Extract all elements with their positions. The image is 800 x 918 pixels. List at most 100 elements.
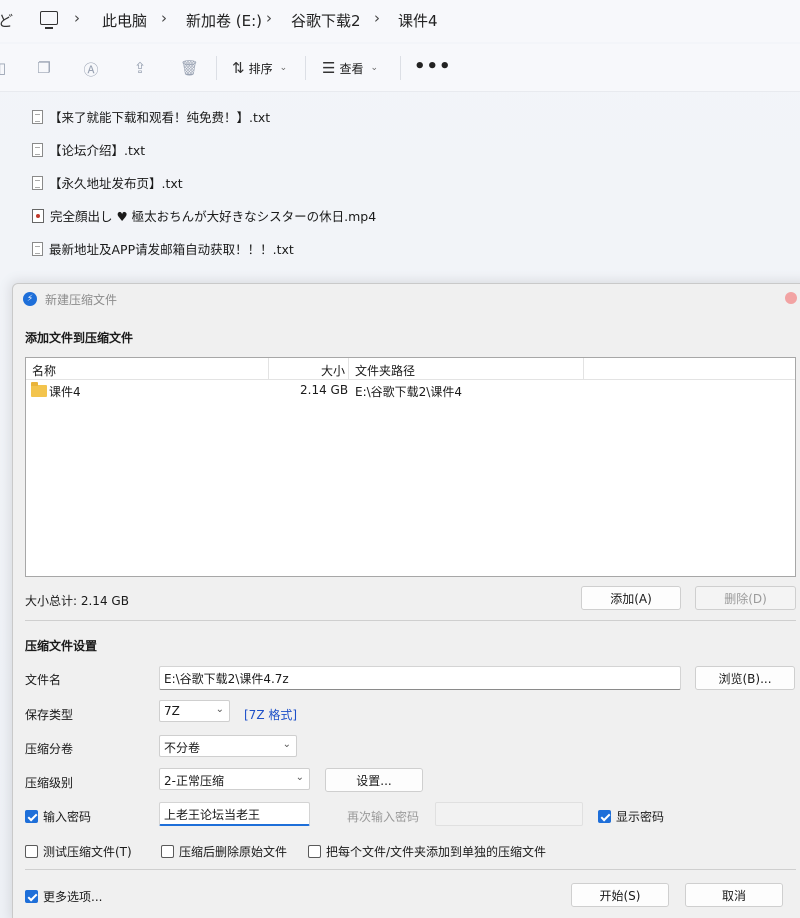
show-password-label: 显示密码 [616, 810, 665, 824]
delete-after-label: 压缩后删除原始文件 [179, 845, 288, 859]
address-bar[interactable]: ど › 此电脑 › 新加卷 (E:) › 谷歌下载2 › 课件4 [0, 0, 800, 42]
text-file-icon [32, 175, 43, 190]
bandizip-app-icon: ⚡ [23, 292, 37, 306]
list-item[interactable]: 【论坛介绍】.txt [32, 133, 376, 166]
chevron-right-icon: › [374, 9, 380, 27]
save-type-value: 7Z [164, 704, 180, 718]
row-size: 2.14 GB [300, 383, 349, 397]
filename-label: 文件名 [25, 673, 62, 687]
folder-icon [31, 382, 47, 397]
breadcrumb-current[interactable]: 课件4 [398, 10, 438, 31]
checkbox-unchecked[interactable] [308, 845, 321, 858]
row-path: E:\谷歌下载2\课件4 [355, 385, 462, 399]
file-name: 【论坛介绍】.txt [49, 143, 146, 158]
separate-archives-checkbox[interactable]: 把每个文件/文件夹添加到单独的压缩文件 [308, 843, 546, 860]
split-label: 压缩分卷 [25, 742, 74, 756]
sort-button[interactable]: ⇅ 排序 ⌄ [232, 59, 287, 77]
delete-button[interactable]: 删除(D) [695, 586, 796, 610]
file-name: 【永久地址发布页】.txt [49, 176, 183, 191]
test-archive-checkbox[interactable]: 测试压缩文件(T) [25, 843, 132, 860]
add-button[interactable]: 添加(A) [581, 586, 681, 610]
section-divider [25, 620, 796, 621]
password-checkbox[interactable]: 输入密码 [25, 808, 91, 825]
section-divider [25, 869, 796, 870]
view-icon: ☰ [322, 59, 336, 77]
table-row[interactable]: 课件4 2.14 GB E:\谷歌下载2\课件4 [26, 382, 795, 400]
view-button[interactable]: ☰ 查看 ⌄ [322, 59, 378, 77]
column-divider[interactable] [348, 358, 349, 380]
checkbox-checked[interactable] [25, 890, 38, 903]
list-item[interactable]: 完全顔出し ♥ 極太おちんが大好きなシスターの休日.mp4 [32, 199, 376, 232]
share-icon[interactable]: ⇪ [132, 59, 148, 77]
sort-icon: ⇅ [232, 59, 245, 77]
column-divider[interactable] [583, 358, 584, 380]
text-file-icon [32, 109, 43, 124]
column-header-size[interactable]: 大小 [321, 362, 345, 379]
breadcrumb-drive[interactable]: 新加卷 (E:) [186, 10, 262, 31]
row-name: 课件4 [49, 385, 81, 399]
chevron-down-icon: ⌄ [295, 772, 304, 783]
total-size: 大小总计: 2.14 GB [25, 594, 129, 608]
text-file-icon [32, 142, 43, 157]
more-options-icon[interactable]: ••• [414, 56, 452, 77]
start-button[interactable]: 开始(S) [571, 883, 669, 907]
add-files-section-title: 添加文件到压缩文件 [25, 331, 134, 345]
close-icon[interactable] [785, 292, 797, 304]
show-password-checkbox[interactable]: 显示密码 [598, 808, 664, 825]
sort-label: 排序 [248, 61, 273, 76]
view-label: 查看 [339, 61, 364, 76]
test-archive-label: 测试压缩文件(T) [43, 845, 132, 859]
password-checkbox-label: 输入密码 [43, 810, 92, 824]
checkbox-unchecked[interactable] [25, 845, 38, 858]
dialog-title: 新建压缩文件 [45, 292, 118, 307]
file-list: 【来了就能下载和观看！纯免费！】.txt 【论坛介绍】.txt 【永久地址发布页… [32, 100, 376, 265]
cancel-button[interactable]: 取消 [685, 883, 783, 907]
list-item[interactable]: 【来了就能下载和观看！纯免费！】.txt [32, 100, 376, 133]
split-select[interactable]: 不分卷 ⌄ [159, 735, 297, 757]
video-file-icon [32, 208, 44, 223]
copy-icon[interactable]: ❐ [36, 59, 52, 77]
toolbar-divider [216, 56, 217, 80]
save-type-select[interactable]: 7Z ⌄ [159, 700, 230, 722]
column-header-name[interactable]: 名称 [32, 362, 56, 379]
cut-icon[interactable]: ▯ [0, 59, 10, 77]
archive-file-list[interactable]: 名称 大小 文件夹路径 课件4 2.14 GB E:\谷歌下载2\课件4 [25, 357, 796, 577]
column-header-path[interactable]: 文件夹路径 [355, 362, 415, 379]
compression-level-value: 2-正常压缩 [164, 774, 224, 788]
more-options-checkbox[interactable]: 更多选项... [25, 888, 102, 905]
delete-icon[interactable]: 🗑 [180, 59, 199, 77]
chevron-down-icon: ⌄ [279, 63, 288, 73]
format-info-link[interactable]: [7Z 格式] [244, 706, 297, 723]
toolbar-divider [305, 56, 306, 80]
breadcrumb-this-pc[interactable]: 此电脑 [102, 10, 147, 31]
more-options-label: 更多选项... [43, 890, 103, 904]
checkbox-checked[interactable] [25, 810, 38, 823]
column-divider[interactable] [268, 358, 269, 380]
toolbar-divider [400, 56, 401, 80]
computer-icon[interactable] [40, 11, 58, 29]
chevron-right-icon: › [74, 9, 80, 27]
truncated-edge-glyph: ど [0, 12, 14, 30]
new-archive-dialog: ⚡ 新建压缩文件 添加文件到压缩文件 名称 大小 文件夹路径 课件4 2.14 … [12, 283, 800, 918]
checkbox-unchecked[interactable] [161, 845, 174, 858]
browse-button[interactable]: 浏览(B)... [695, 666, 795, 690]
checkbox-checked[interactable] [598, 810, 611, 823]
chevron-down-icon: ⌄ [370, 63, 379, 73]
delete-after-checkbox[interactable]: 压缩后删除原始文件 [161, 843, 287, 860]
dialog-titlebar[interactable]: ⚡ 新建压缩文件 [13, 284, 800, 314]
list-item[interactable]: 【永久地址发布页】.txt [32, 166, 376, 199]
split-value: 不分卷 [164, 741, 201, 755]
explorer-toolbar: ▯ ❐ Ⓐ ⇪ 🗑 ⇅ 排序 ⌄ ☰ 查看 ⌄ ••• [0, 44, 800, 92]
compression-level-select[interactable]: 2-正常压缩 ⌄ [159, 768, 310, 790]
breadcrumb-folder[interactable]: 谷歌下载2 [291, 10, 361, 31]
rename-icon[interactable]: Ⓐ [83, 59, 99, 79]
reenter-password-input[interactable] [435, 802, 583, 826]
compression-settings-button[interactable]: 设置... [325, 768, 423, 792]
list-item[interactable]: 最新地址及APP请发邮箱自动获取！！！.txt [32, 232, 376, 265]
separate-archives-label: 把每个文件/文件夹添加到单独的压缩文件 [326, 845, 547, 859]
password-input[interactable]: 上老王论坛当老王 [159, 802, 310, 826]
compression-level-label: 压缩级别 [25, 776, 74, 790]
file-name: 最新地址及APP请发邮箱自动获取！！！.txt [49, 242, 294, 257]
filename-input[interactable]: E:\谷歌下载2\课件4.7z [159, 666, 681, 690]
chevron-down-icon: ⌄ [215, 704, 224, 715]
